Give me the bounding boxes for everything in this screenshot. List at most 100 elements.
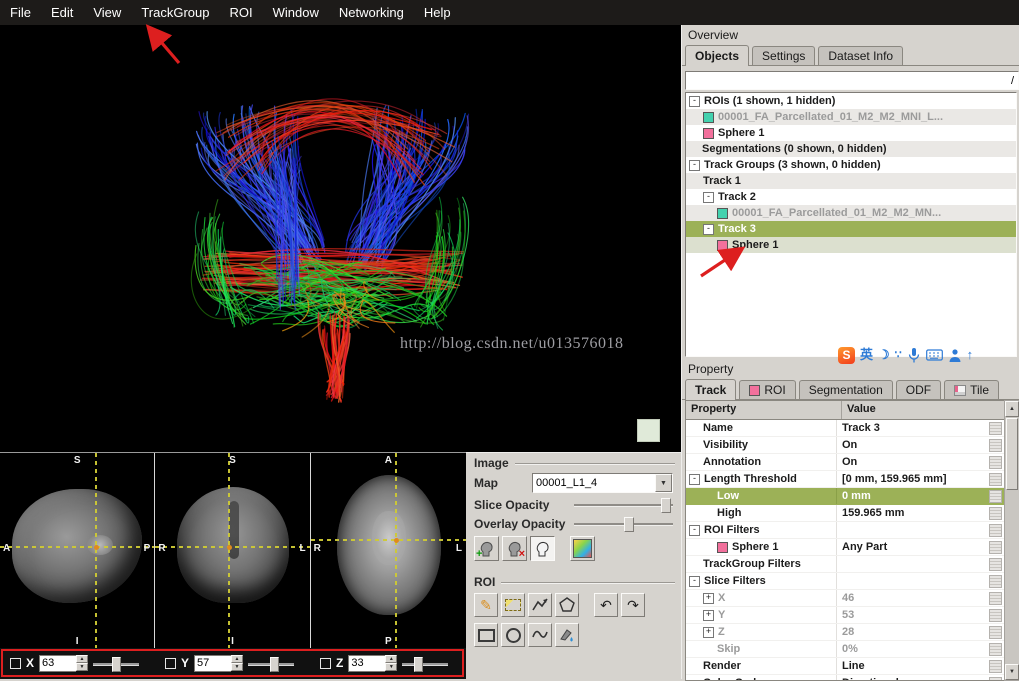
english-mode-icon[interactable]: 英 [860, 346, 873, 364]
table-row-low[interactable]: Low 0 mm [686, 488, 1004, 505]
menu-networking[interactable]: Networking [329, 0, 414, 25]
undo-button[interactable]: ↶ [594, 593, 618, 617]
tree-item-rois[interactable]: - ROIs (1 shown, 1 hidden) [686, 93, 1016, 109]
menu-file[interactable]: File [0, 0, 41, 25]
expand-icon[interactable]: + [703, 593, 714, 604]
z-coordinate-slider[interactable] [402, 656, 448, 671]
freehand-tool-button[interactable] [528, 623, 552, 647]
slider-thumb[interactable] [624, 517, 634, 532]
expand-icon[interactable]: + [703, 610, 714, 621]
row-detail-icon[interactable] [989, 507, 1002, 520]
table-row-color-code[interactable]: Color Code Directional [686, 675, 1004, 681]
collapse-icon[interactable]: - [689, 96, 700, 107]
scrollbar-thumb[interactable] [1006, 418, 1018, 490]
tree-item-roi-parcellated[interactable]: 00001_FA_Parcellated_01_M2_M2_MNI_L... [686, 109, 1016, 125]
tree-item-track1[interactable]: Track 1 [686, 173, 1016, 189]
slice-opacity-slider[interactable] [574, 497, 673, 512]
table-row-high[interactable]: High 159.965 mm [686, 505, 1004, 522]
tab-odf[interactable]: ODF [896, 380, 941, 399]
table-row-trackgroup-filters[interactable]: TrackGroup Filters [686, 556, 1004, 573]
collapse-icon[interactable]: - [689, 160, 700, 171]
spin-down-icon[interactable]: ▼ [231, 663, 243, 671]
spin-up-icon[interactable]: ▲ [231, 655, 243, 663]
menu-edit[interactable]: Edit [41, 0, 83, 25]
slider-thumb[interactable] [112, 657, 121, 672]
handwriting-icon[interactable] [948, 348, 962, 363]
menu-roi[interactable]: ROI [219, 0, 262, 25]
spin-up-icon[interactable]: ▲ [76, 655, 88, 663]
slice-panel-sagittal[interactable]: S A P I [0, 453, 155, 649]
table-row-slice-x[interactable]: +X 46 [686, 590, 1004, 607]
combo-arrow-icon[interactable]: ▼ [655, 474, 672, 492]
table-row-name[interactable]: Name Track 3 [686, 420, 1004, 437]
row-detail-icon[interactable] [989, 524, 1002, 537]
toolbox-icon[interactable]: ↑ [967, 346, 974, 364]
slider-thumb[interactable] [414, 657, 423, 672]
z-axis-checkbox[interactable] [320, 658, 331, 669]
row-detail-icon[interactable] [989, 643, 1002, 656]
property-scrollbar[interactable]: ▲ ▼ [1004, 400, 1019, 681]
spin-down-icon[interactable]: ▼ [385, 663, 397, 671]
slice-panel-axial[interactable]: A R L P [311, 453, 466, 649]
rectangle-tool-button[interactable] [474, 623, 498, 647]
menu-help[interactable]: Help [414, 0, 461, 25]
redo-button[interactable]: ↷ [621, 593, 645, 617]
select-region-button[interactable] [501, 593, 525, 617]
polyline-tool-button[interactable] [528, 593, 552, 617]
tab-track[interactable]: Track [685, 379, 736, 400]
expand-icon[interactable]: + [703, 627, 714, 638]
table-row-slice-filters[interactable]: -Slice Filters [686, 573, 1004, 590]
overlay-opacity-slider[interactable] [574, 516, 673, 531]
tree-item-track3-selected[interactable]: - Track 3 [686, 221, 1016, 237]
punctuation-icon[interactable]: ∵ [895, 346, 902, 364]
tab-objects[interactable]: Objects [685, 45, 749, 66]
row-detail-icon[interactable] [989, 541, 1002, 554]
tree-item-track2[interactable]: - Track 2 [686, 189, 1016, 205]
tree-item-track2-roi[interactable]: 00001_FA_Parcellated_01_M2_M2_MN... [686, 205, 1016, 221]
tree-item-sphere1[interactable]: Sphere 1 [686, 125, 1016, 141]
draw-roi-button[interactable]: ✎ [474, 593, 498, 617]
z-coordinate-input[interactable] [348, 655, 385, 672]
tab-roi[interactable]: ROI [739, 380, 795, 399]
menu-trackgroup[interactable]: TrackGroup [131, 0, 219, 25]
collapse-icon[interactable]: - [703, 224, 714, 235]
row-detail-icon[interactable] [989, 660, 1002, 673]
scroll-up-icon[interactable]: ▲ [1005, 401, 1019, 417]
collapse-icon[interactable]: - [689, 576, 700, 587]
table-row-roi-filters[interactable]: -ROI Filters [686, 522, 1004, 539]
x-coordinate-slider[interactable] [93, 656, 139, 671]
tree-item-segmentations[interactable]: Segmentations (0 shown, 0 hidden) [686, 141, 1016, 157]
spin-up-icon[interactable]: ▲ [385, 655, 397, 663]
x-axis-checkbox[interactable] [10, 658, 21, 669]
table-row-visibility[interactable]: Visibility On [686, 437, 1004, 454]
show-slice-button[interactable] [530, 536, 555, 561]
table-row-slice-z[interactable]: +Z 28 [686, 624, 1004, 641]
y-coordinate-input[interactable] [194, 655, 231, 672]
table-row-length-threshold[interactable]: -Length Threshold [0 mm, 159.965 mm] [686, 471, 1004, 488]
table-row-skip[interactable]: Skip 0% [686, 641, 1004, 658]
row-detail-icon[interactable] [989, 592, 1002, 605]
table-row-sphere1-filter[interactable]: Sphere 1 Any Part [686, 539, 1004, 556]
slider-thumb[interactable] [270, 657, 279, 672]
collapse-icon[interactable]: - [703, 192, 714, 203]
remove-slice-button[interactable]: × [502, 536, 527, 561]
collapse-icon[interactable]: - [689, 474, 700, 485]
object-filter-input[interactable] [685, 71, 1019, 90]
y-coordinate-slider[interactable] [248, 656, 294, 671]
map-combobox[interactable]: 00001_L1_4 ▼ [532, 473, 673, 493]
table-row-slice-y[interactable]: +Y 53 [686, 607, 1004, 624]
row-detail-icon[interactable] [989, 473, 1002, 486]
row-detail-icon[interactable] [989, 456, 1002, 469]
tree-item-track3-sphere1[interactable]: Sphere 1 [686, 237, 1016, 253]
row-detail-icon[interactable] [989, 609, 1002, 622]
halfwidth-moon-icon[interactable]: ☽ [878, 346, 890, 364]
scroll-down-icon[interactable]: ▼ [1005, 664, 1019, 680]
slider-thumb[interactable] [661, 498, 671, 513]
row-detail-icon[interactable] [989, 439, 1002, 452]
keyboard-icon[interactable] [926, 349, 943, 361]
sogou-logo-icon[interactable]: S [838, 347, 855, 364]
table-row-render[interactable]: Render Line [686, 658, 1004, 675]
menu-view[interactable]: View [83, 0, 131, 25]
microphone-icon[interactable] [907, 347, 921, 364]
3d-tractography-view[interactable]: http://blog.csdn.net/u013576018 [0, 25, 681, 452]
